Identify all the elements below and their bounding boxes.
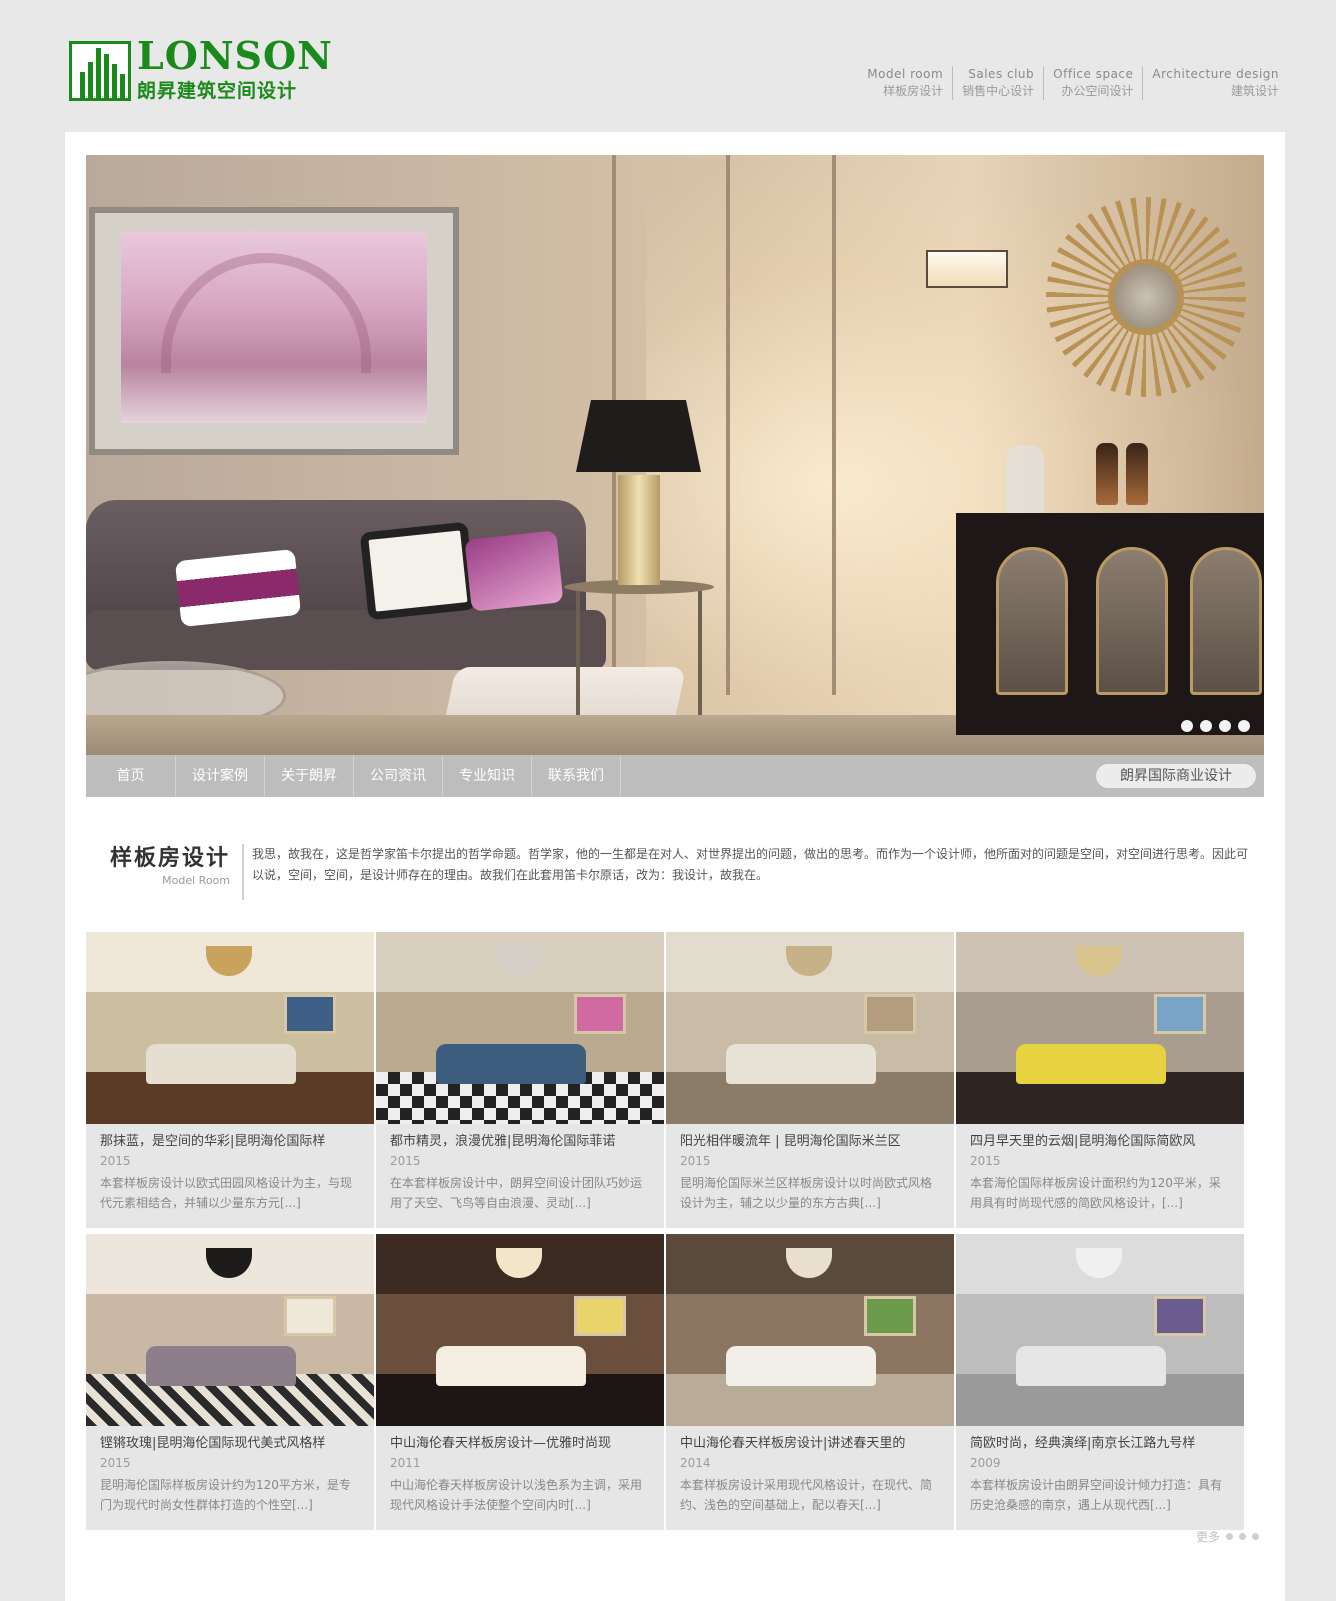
topnav-label-cn: 样板房设计 — [883, 84, 944, 98]
project-year: 2014 — [680, 1456, 711, 1470]
more-label: 更多 — [1195, 1530, 1220, 1544]
project-description: 中山海伦春天样板房设计以浅色系为主调，采用现代风格设计手法使整个空间内时[...… — [390, 1478, 643, 1512]
nav-news[interactable]: 公司资讯 — [354, 755, 443, 797]
project-card[interactable]: 铿锵玫瑰|昆明海伦国际现代美式风格样 2015 昆明海伦国际样板房设计约为120… — [86, 1234, 374, 1530]
topnav-label-en: Office space — [1053, 67, 1134, 81]
nav-about[interactable]: 关于朗昇 — [265, 755, 354, 797]
nav-cases[interactable]: 设计案例 — [176, 755, 265, 797]
project-description: 昆明海伦国际样板房设计约为120平方米，是专门为现代时尚女性群体打造的个性空[.… — [100, 1478, 351, 1512]
project-title: 那抹蓝，是空间的华彩|昆明海伦国际样 — [100, 1134, 326, 1149]
slider-dot[interactable] — [1181, 720, 1193, 732]
table-lamp — [576, 400, 701, 472]
project-title: 简欧时尚，经典演绎|南京长江路九号样 — [970, 1436, 1196, 1451]
more-dots-icon — [1226, 1533, 1233, 1540]
project-thumbnail — [666, 1234, 954, 1426]
content-panel: 首页 设计案例 关于朗昇 公司资讯 专业知识 联系我们 朗昇国际商业设计 样板房… — [65, 132, 1285, 1601]
topnav-label-en: Architecture design — [1152, 67, 1279, 81]
project-year: 2011 — [390, 1456, 421, 1470]
hero-banner-image[interactable] — [86, 155, 1264, 755]
project-description: 本套样板房设计以欧式田园风格设计为主，与现代元素相结合，并辅以少量东方元[...… — [100, 1176, 353, 1210]
project-title: 四月早天里的云烟|昆明海伦国际简欧风 — [970, 1134, 1196, 1149]
section-heading: 样板房设计 Model Room — [94, 844, 244, 900]
project-thumbnail — [666, 932, 954, 1124]
project-year: 2015 — [100, 1456, 131, 1470]
project-card[interactable]: 那抹蓝，是空间的华彩|昆明海伦国际样 2015 本套样板房设计以欧式田园风格设计… — [86, 932, 374, 1228]
project-thumbnail — [956, 1234, 1244, 1426]
topnav-label-en: Sales club — [968, 67, 1035, 81]
framed-painting — [89, 207, 459, 455]
project-title: 阳光相伴暖流年 | 昆明海伦国际米兰区 — [680, 1134, 901, 1149]
project-title: 都市精灵，浪漫优雅|昆明海伦国际菲诺 — [390, 1134, 616, 1149]
project-year: 2015 — [970, 1154, 1001, 1168]
project-year: 2015 — [390, 1154, 421, 1168]
project-title: 中山海伦春天样板房设计|讲述春天里的 — [680, 1436, 906, 1451]
project-year: 2015 — [100, 1154, 131, 1168]
nav-contact[interactable]: 联系我们 — [532, 755, 621, 797]
project-card[interactable]: 中山海伦春天样板房设计—优雅时尚现 2011 中山海伦春天样板房设计以浅色系为主… — [376, 1234, 664, 1530]
commercial-design-link[interactable]: 朗昇国际商业设计 — [1096, 764, 1256, 788]
project-card[interactable]: 阳光相伴暖流年 | 昆明海伦国际米兰区 2015 昆明海伦国际米兰区样板房设计以… — [666, 932, 954, 1228]
slider-dot[interactable] — [1238, 720, 1250, 732]
topnav-label-cn: 建筑设计 — [1230, 84, 1279, 98]
wall-sconce — [926, 250, 1008, 288]
project-thumbnail — [86, 1234, 374, 1426]
logo-text-cn: 朗昇建筑空间设计 — [137, 80, 298, 102]
top-navigation: Model room 样板房设计 Sales club 销售中心设计 Offic… — [858, 66, 1288, 100]
topnav-label-cn: 办公空间设计 — [1061, 84, 1134, 98]
topnav-office-space[interactable]: Office space 办公空间设计 — [1043, 66, 1142, 100]
project-description: 昆明海伦国际米兰区样板房设计以时尚欧式风格设计为主，辅之以少量的东方古典[...… — [680, 1176, 933, 1210]
project-title: 铿锵玫瑰|昆明海伦国际现代美式风格样 — [100, 1436, 326, 1451]
topnav-label-en: Model room — [867, 67, 944, 81]
project-title: 中山海伦春天样板房设计—优雅时尚现 — [390, 1436, 612, 1451]
project-thumbnail — [86, 932, 374, 1124]
topnav-model-room[interactable]: Model room 样板房设计 — [858, 66, 952, 100]
project-year: 2015 — [680, 1154, 711, 1168]
topnav-sales-club[interactable]: Sales club 销售中心设计 — [952, 66, 1043, 100]
more-link[interactable]: 更多 — [1196, 1528, 1259, 1545]
logo[interactable]: LONSON 朗昇建筑空间设计 — [69, 36, 337, 102]
slider-pagination — [1181, 720, 1250, 732]
section-description: 我思，故我在，这是哲学家笛卡尔提出的哲学命题。哲学家，他的一生都是在对人、对世界… — [252, 847, 1249, 882]
logo-text-en: LONSON — [137, 33, 333, 78]
project-card[interactable]: 中山海伦春天样板房设计|讲述春天里的 2014 本套样板房设计采用现代风格设计，… — [666, 1234, 954, 1530]
project-description: 本套样板房设计采用现代风格设计，在现代、简约、浅色的空间基础上，配以春天[...… — [680, 1478, 933, 1512]
topnav-label-cn: 销售中心设计 — [962, 84, 1035, 98]
topnav-architecture-design[interactable]: Architecture design 建筑设计 — [1142, 66, 1288, 100]
project-year: 2009 — [970, 1456, 1001, 1470]
main-navbar: 首页 设计案例 关于朗昇 公司资讯 专业知识 联系我们 朗昇国际商业设计 — [86, 755, 1264, 797]
project-description: 本套海伦国际样板房设计面积约为120平米，采用具有时尚现代感的简欧风格设计，[.… — [970, 1176, 1221, 1210]
slider-dot[interactable] — [1219, 720, 1231, 732]
nav-knowledge[interactable]: 专业知识 — [443, 755, 532, 797]
project-thumbnail — [376, 1234, 664, 1426]
project-card[interactable]: 四月早天里的云烟|昆明海伦国际简欧风 2015 本套海伦国际样板房设计面积约为1… — [956, 932, 1244, 1228]
project-description: 本套样板房设计由朗昇空间设计倾力打造：具有历史沧桑感的南京，遇上从现代西[...… — [970, 1478, 1223, 1512]
project-thumbnail — [956, 932, 1244, 1124]
section-subtitle: Model Room — [162, 874, 230, 887]
project-thumbnail — [376, 932, 664, 1124]
slider-dot[interactable] — [1200, 720, 1212, 732]
section-title: 样板房设计 — [109, 846, 230, 871]
project-card[interactable]: 简欧时尚，经典演绎|南京长江路九号样 2009 本套样板房设计由朗昇空间设计倾力… — [956, 1234, 1244, 1530]
nav-home[interactable]: 首页 — [86, 755, 176, 797]
project-card[interactable]: 都市精灵，浪漫优雅|昆明海伦国际菲诺 2015 在本套样板房设计中，朗昇空间设计… — [376, 932, 664, 1228]
project-description: 在本套样板房设计中，朗昇空间设计团队巧妙运用了天空、飞鸟等自由浪漫、灵动[...… — [390, 1176, 643, 1210]
logo-building-icon — [69, 41, 131, 101]
